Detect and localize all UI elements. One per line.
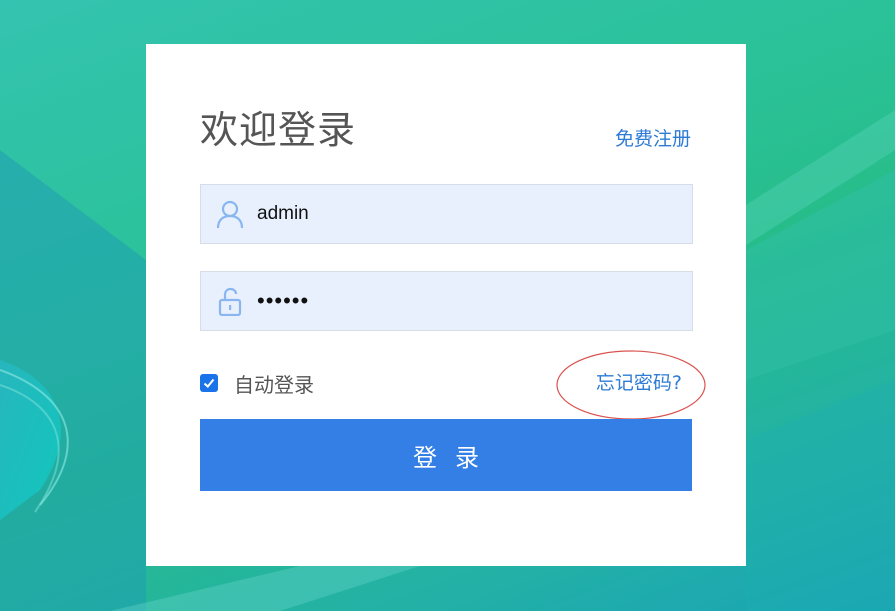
- unlock-icon: [218, 287, 242, 316]
- checkmark-icon: [203, 378, 215, 388]
- username-field[interactable]: [200, 184, 693, 244]
- login-card: 欢迎登录 免费注册 自动登录 忘记密码? 登录: [146, 44, 746, 566]
- password-field[interactable]: [200, 271, 693, 331]
- auto-login-checkbox[interactable]: [200, 374, 218, 392]
- user-icon: [216, 200, 244, 229]
- username-input[interactable]: [257, 185, 682, 243]
- auto-login-label: 自动登录: [234, 372, 314, 397]
- auto-login-option[interactable]: 自动登录: [200, 370, 314, 397]
- login-button[interactable]: 登录: [200, 419, 692, 491]
- forgot-password-link[interactable]: 忘记密码?: [596, 370, 682, 396]
- password-input[interactable]: [257, 272, 682, 330]
- page-title: 欢迎登录: [200, 108, 357, 152]
- register-link[interactable]: 免费注册: [615, 124, 691, 151]
